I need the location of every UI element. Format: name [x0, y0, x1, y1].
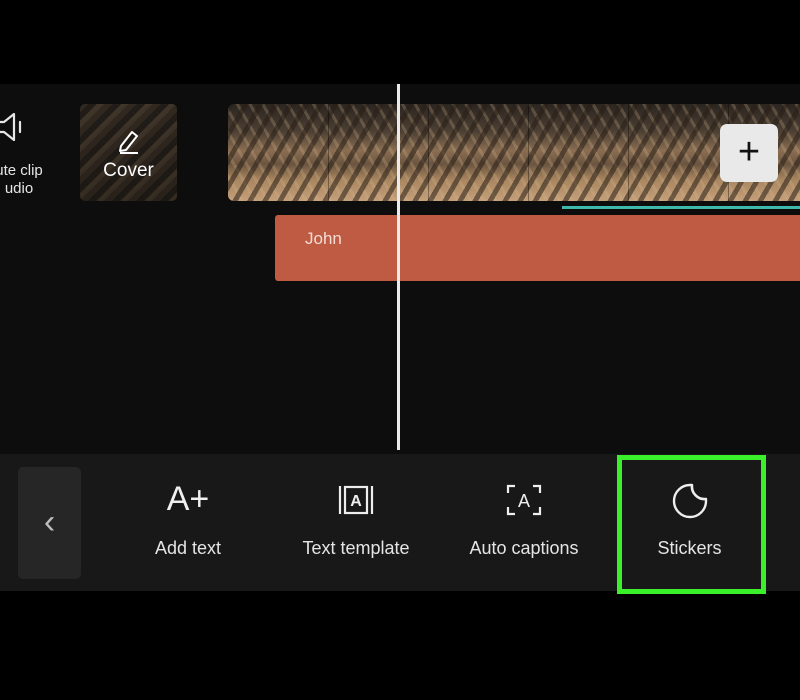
stickers-highlight-box	[617, 455, 766, 594]
mute-clip-audio-label: ute clip udio	[0, 162, 43, 197]
frame-divider	[428, 104, 429, 201]
auto-captions-icon: A	[506, 484, 542, 516]
text-template-label: Text template	[302, 538, 410, 558]
cover-label: Cover	[103, 160, 154, 181]
add-text-label: Add text	[154, 538, 222, 558]
mute-clip-audio-button[interactable]: ute clip udio	[0, 84, 60, 204]
video-clip-track[interactable]	[228, 104, 800, 201]
audio-track-line	[562, 206, 800, 209]
auto-captions-button[interactable]: A Auto captions	[458, 454, 590, 591]
timeline-editor: ute clip udio Cover + John	[0, 84, 800, 454]
playhead[interactable]	[397, 84, 400, 450]
speaker-icon	[0, 112, 22, 142]
video-thumbnail-strip	[228, 104, 800, 201]
svg-text:A: A	[350, 493, 362, 510]
cover-button[interactable]: Cover	[80, 104, 177, 201]
add-text-icon: A+	[166, 480, 210, 518]
text-template-button[interactable]: A Text template	[286, 454, 426, 591]
text-clip-track[interactable]: John	[275, 215, 800, 281]
add-text-button[interactable]: A+ Add text	[130, 454, 246, 591]
pencil-icon	[119, 131, 138, 154]
add-clip-button[interactable]: +	[720, 124, 778, 182]
frame-divider	[628, 104, 629, 201]
frame-divider	[328, 104, 329, 201]
svg-text:A: A	[518, 491, 530, 511]
text-clip-label: John	[305, 229, 342, 248]
frame-divider	[528, 104, 529, 201]
text-template-icon: A	[338, 485, 374, 515]
auto-captions-label: Auto captions	[469, 538, 579, 558]
back-button[interactable]: ‹	[18, 467, 81, 579]
